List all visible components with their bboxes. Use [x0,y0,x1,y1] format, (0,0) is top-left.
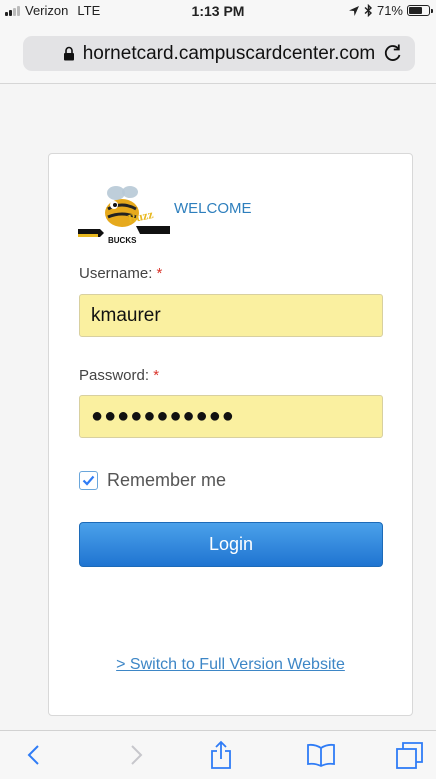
battery-icon [407,5,433,16]
status-right: 71% [348,3,433,18]
share-icon[interactable] [203,739,239,771]
tabs-icon[interactable] [392,739,428,771]
welcome-heading: WELCOME [174,200,252,217]
bluetooth-icon [364,4,372,17]
required-marker: * [153,367,160,384]
address-bar[interactable]: hornetcard.campuscardcenter.com [23,36,415,71]
checkmark-icon [82,475,95,486]
login-card: Buzz BUCKS WELCOME Username: * kmaurer P… [48,153,413,716]
remember-label: Remember me [107,470,227,490]
password-label: Password: * [79,367,159,384]
remember-me[interactable]: Remember me [79,470,226,491]
login-button[interactable]: Login [79,522,383,567]
password-label-text: Password: [79,367,150,384]
buzz-bucks-logo: Buzz BUCKS [78,186,170,245]
battery-percent: 71% [376,3,403,18]
password-field[interactable]: ●●●●●●●●●●● [79,395,383,438]
username-label-text: Username: [79,265,153,282]
screen: Verizon LTE 1:13 PM 71% hornetcard.campu… [0,0,436,779]
full-version-link[interactable]: > Switch to Full Version Website [49,656,412,674]
username-label: Username: * [79,265,162,282]
url-text: hornetcard.campuscardcenter.com [82,42,376,64]
forward-icon[interactable] [118,739,154,771]
back-icon[interactable] [16,739,52,771]
address-bar-area: hornetcard.campuscardcenter.com [0,22,436,84]
bookmarks-icon[interactable] [303,739,339,771]
logo-text: BUCKS [108,236,137,245]
reload-icon[interactable] [383,43,403,63]
browser-toolbar [0,730,436,779]
remember-checkbox[interactable] [79,471,98,490]
location-icon [348,5,359,16]
username-field[interactable]: kmaurer [79,294,383,337]
required-marker: * [156,265,163,282]
lock-icon [63,46,74,61]
brand-header: Buzz BUCKS WELCOME [78,183,252,245]
status-bar: Verizon LTE 1:13 PM 71% [0,0,436,22]
